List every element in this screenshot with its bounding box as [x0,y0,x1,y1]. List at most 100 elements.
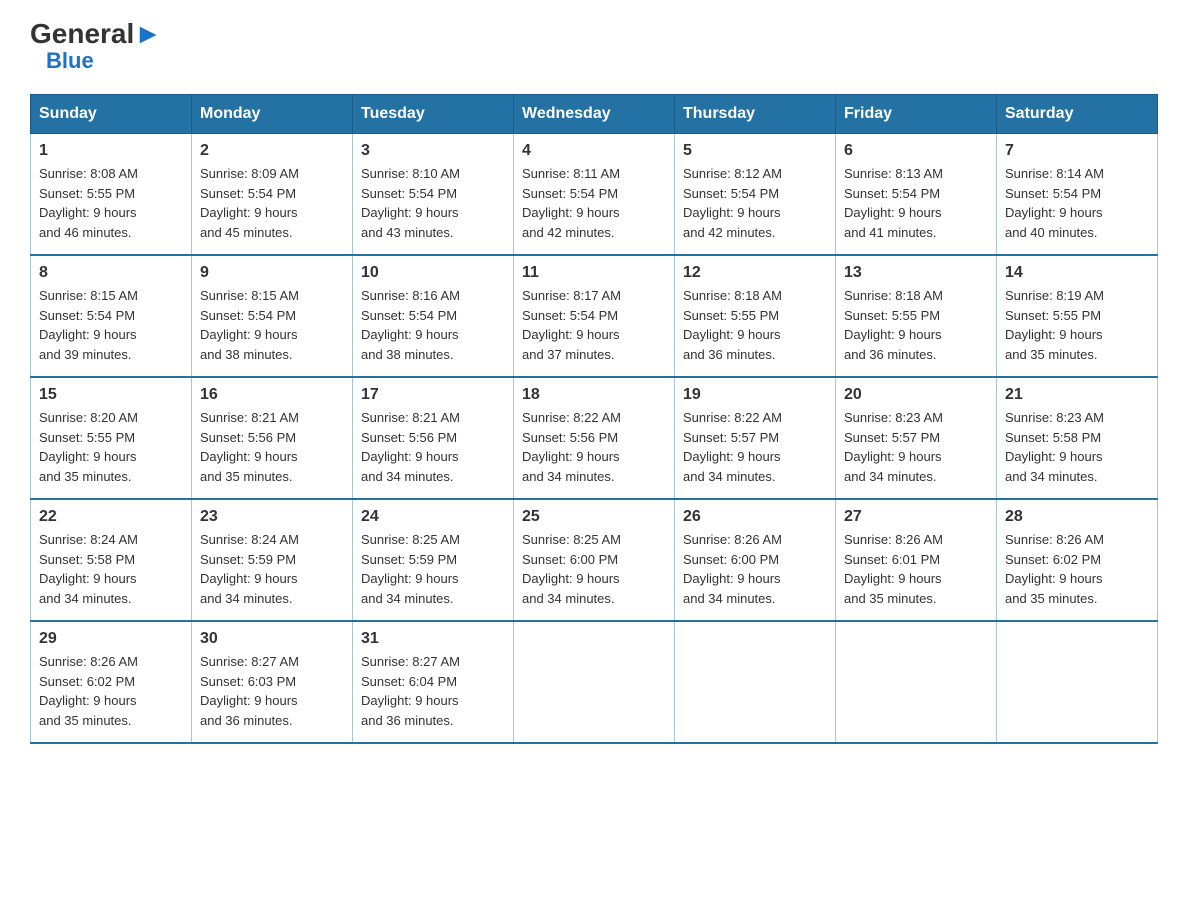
week-row-2: 8 Sunrise: 8:15 AMSunset: 5:54 PMDaylight… [31,255,1158,377]
calendar-table: SundayMondayTuesdayWednesdayThursdayFrid… [30,94,1158,744]
day-number: 21 [1005,386,1149,404]
day-info: Sunrise: 8:20 AMSunset: 5:55 PMDaylight:… [39,408,183,486]
week-row-3: 15 Sunrise: 8:20 AMSunset: 5:55 PMDayligh… [31,377,1158,499]
cell-week1-day4: 5 Sunrise: 8:12 AMSunset: 5:54 PMDaylight… [675,134,836,256]
cell-week4-day0: 22Sunrise: 8:24 AMSunset: 5:58 PMDayligh… [31,499,192,621]
cell-week1-day2: 3Sunrise: 8:10 AMSunset: 5:54 PMDaylight… [353,134,514,256]
cell-week2-day3: 11 Sunrise: 8:17 AMSunset: 5:54 PMDayligh… [514,255,675,377]
cell-week3-day6: 21 Sunrise: 8:23 AMSunset: 5:58 PMDayligh… [997,377,1158,499]
header-friday: Friday [836,95,997,134]
cell-week5-day6 [997,621,1158,743]
day-number: 1 [39,142,183,160]
page-header: General► Blue [30,20,1158,74]
cell-week5-day1: 30 Sunrise: 8:27 AMSunset: 6:03 PMDayligh… [192,621,353,743]
day-info: Sunrise: 8:18 AMSunset: 5:55 PMDaylight:… [844,286,988,364]
logo-blue-text: Blue [46,48,94,74]
cell-week4-day4: 26Sunrise: 8:26 AMSunset: 6:00 PMDayligh… [675,499,836,621]
day-info: Sunrise: 8:08 AMSunset: 5:55 PMDaylight:… [39,164,183,242]
day-info: Sunrise: 8:23 AMSunset: 5:58 PMDaylight:… [1005,408,1149,486]
cell-week5-day0: 29 Sunrise: 8:26 AMSunset: 6:02 PMDayligh… [31,621,192,743]
day-number: 25 [522,508,666,526]
day-info: Sunrise: 8:26 AMSunset: 6:02 PMDaylight:… [1005,530,1149,608]
day-info: Sunrise: 8:26 AMSunset: 6:02 PMDaylight:… [39,652,183,730]
day-info: Sunrise: 8:25 AMSunset: 5:59 PMDaylight:… [361,530,505,608]
day-info: Sunrise: 8:14 AMSunset: 5:54 PMDaylight:… [1005,164,1149,242]
header-saturday: Saturday [997,95,1158,134]
day-number: 30 [200,630,344,648]
week-row-5: 29 Sunrise: 8:26 AMSunset: 6:02 PMDayligh… [31,621,1158,743]
cell-week5-day5 [836,621,997,743]
header-sunday: Sunday [31,95,192,134]
calendar-body: 1 Sunrise: 8:08 AMSunset: 5:55 PMDaylight… [31,134,1158,744]
day-info: Sunrise: 8:13 AMSunset: 5:54 PMDaylight:… [844,164,988,242]
day-info: Sunrise: 8:17 AMSunset: 5:54 PMDaylight:… [522,286,666,364]
day-number: 23 [200,508,344,526]
day-info: Sunrise: 8:25 AMSunset: 6:00 PMDaylight:… [522,530,666,608]
day-number: 13 [844,264,988,282]
day-info: Sunrise: 8:15 AMSunset: 5:54 PMDaylight:… [39,286,183,364]
day-number: 7 [1005,142,1149,160]
day-info: Sunrise: 8:19 AMSunset: 5:55 PMDaylight:… [1005,286,1149,364]
cell-week3-day4: 19Sunrise: 8:22 AMSunset: 5:57 PMDayligh… [675,377,836,499]
day-info: Sunrise: 8:15 AMSunset: 5:54 PMDaylight:… [200,286,344,364]
day-number: 20 [844,386,988,404]
cell-week1-day5: 6 Sunrise: 8:13 AMSunset: 5:54 PMDaylight… [836,134,997,256]
cell-week1-day3: 4Sunrise: 8:11 AMSunset: 5:54 PMDaylight… [514,134,675,256]
cell-week1-day1: 2 Sunrise: 8:09 AMSunset: 5:54 PMDaylight… [192,134,353,256]
day-number: 8 [39,264,183,282]
cell-week3-day0: 15 Sunrise: 8:20 AMSunset: 5:55 PMDayligh… [31,377,192,499]
cell-week1-day0: 1 Sunrise: 8:08 AMSunset: 5:55 PMDaylight… [31,134,192,256]
day-info: Sunrise: 8:21 AMSunset: 5:56 PMDaylight:… [361,408,505,486]
cell-week2-day6: 14 Sunrise: 8:19 AMSunset: 5:55 PMDayligh… [997,255,1158,377]
day-number: 28 [1005,508,1149,526]
day-info: Sunrise: 8:18 AMSunset: 5:55 PMDaylight:… [683,286,827,364]
logo-general-text: General► [30,20,162,48]
day-info: Sunrise: 8:23 AMSunset: 5:57 PMDaylight:… [844,408,988,486]
day-number: 15 [39,386,183,404]
day-number: 17 [361,386,505,404]
cell-week3-day3: 18Sunrise: 8:22 AMSunset: 5:56 PMDayligh… [514,377,675,499]
day-number: 10 [361,264,505,282]
day-number: 4 [522,142,666,160]
cell-week3-day5: 20 Sunrise: 8:23 AMSunset: 5:57 PMDayligh… [836,377,997,499]
cell-week2-day4: 12Sunrise: 8:18 AMSunset: 5:55 PMDayligh… [675,255,836,377]
header-tuesday: Tuesday [353,95,514,134]
day-info: Sunrise: 8:22 AMSunset: 5:57 PMDaylight:… [683,408,827,486]
header-thursday: Thursday [675,95,836,134]
day-number: 5 [683,142,827,160]
day-info: Sunrise: 8:09 AMSunset: 5:54 PMDaylight:… [200,164,344,242]
day-number: 29 [39,630,183,648]
day-number: 24 [361,508,505,526]
day-info: Sunrise: 8:27 AMSunset: 6:04 PMDaylight:… [361,652,505,730]
cell-week4-day3: 25 Sunrise: 8:25 AMSunset: 6:00 PMDayligh… [514,499,675,621]
header-row: SundayMondayTuesdayWednesdayThursdayFrid… [31,95,1158,134]
cell-week2-day5: 13 Sunrise: 8:18 AMSunset: 5:55 PMDayligh… [836,255,997,377]
day-number: 2 [200,142,344,160]
week-row-1: 1 Sunrise: 8:08 AMSunset: 5:55 PMDaylight… [31,134,1158,256]
day-info: Sunrise: 8:16 AMSunset: 5:54 PMDaylight:… [361,286,505,364]
day-info: Sunrise: 8:10 AMSunset: 5:54 PMDaylight:… [361,164,505,242]
day-number: 11 [522,264,666,282]
cell-week3-day2: 17 Sunrise: 8:21 AMSunset: 5:56 PMDayligh… [353,377,514,499]
logo: General► Blue [30,20,162,74]
cell-week2-day2: 10 Sunrise: 8:16 AMSunset: 5:54 PMDayligh… [353,255,514,377]
day-info: Sunrise: 8:26 AMSunset: 6:00 PMDaylight:… [683,530,827,608]
day-number: 6 [844,142,988,160]
day-info: Sunrise: 8:12 AMSunset: 5:54 PMDaylight:… [683,164,827,242]
cell-week4-day2: 24 Sunrise: 8:25 AMSunset: 5:59 PMDayligh… [353,499,514,621]
day-number: 16 [200,386,344,404]
day-number: 31 [361,630,505,648]
day-info: Sunrise: 8:24 AMSunset: 5:58 PMDaylight:… [39,530,183,608]
cell-week5-day3 [514,621,675,743]
day-info: Sunrise: 8:22 AMSunset: 5:56 PMDaylight:… [522,408,666,486]
cell-week1-day6: 7 Sunrise: 8:14 AMSunset: 5:54 PMDaylight… [997,134,1158,256]
day-info: Sunrise: 8:24 AMSunset: 5:59 PMDaylight:… [200,530,344,608]
day-info: Sunrise: 8:27 AMSunset: 6:03 PMDaylight:… [200,652,344,730]
cell-week4-day5: 27Sunrise: 8:26 AMSunset: 6:01 PMDayligh… [836,499,997,621]
cell-week5-day4 [675,621,836,743]
day-info: Sunrise: 8:26 AMSunset: 6:01 PMDaylight:… [844,530,988,608]
calendar-header: SundayMondayTuesdayWednesdayThursdayFrid… [31,95,1158,134]
cell-week4-day6: 28 Sunrise: 8:26 AMSunset: 6:02 PMDayligh… [997,499,1158,621]
day-number: 14 [1005,264,1149,282]
day-number: 9 [200,264,344,282]
